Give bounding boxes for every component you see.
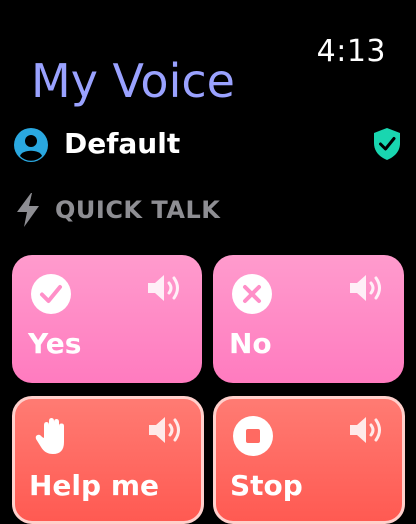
tile-yes[interactable]: Yes xyxy=(12,255,202,383)
raised-hand-icon xyxy=(35,418,64,454)
tile-label: No xyxy=(229,327,272,360)
person-circle-icon xyxy=(14,128,48,162)
profile-row[interactable]: Default xyxy=(14,126,404,164)
speaker-icon[interactable] xyxy=(348,415,386,445)
tile-stop[interactable]: Stop xyxy=(213,396,405,524)
shield-check-icon xyxy=(374,128,400,160)
speaker-icon[interactable] xyxy=(348,273,386,303)
tile-label: Yes xyxy=(28,327,82,360)
tile-no[interactable]: No xyxy=(213,255,404,383)
section-label: QUICK TALK xyxy=(55,196,221,224)
stop-circle-icon xyxy=(233,416,273,456)
profile-name: Default xyxy=(64,127,181,160)
x-circle-icon xyxy=(232,274,272,314)
speaker-icon[interactable] xyxy=(147,415,185,445)
bolt-icon xyxy=(17,193,39,227)
tile-label: Stop xyxy=(230,469,303,502)
section-header: QUICK TALK xyxy=(14,192,314,228)
tile-help-me[interactable]: Help me xyxy=(12,396,204,524)
checkmark-circle-icon xyxy=(31,274,71,314)
speaker-icon[interactable] xyxy=(146,273,184,303)
tile-label: Help me xyxy=(29,469,159,502)
status-time: 4:13 xyxy=(316,34,386,69)
page-title: My Voice xyxy=(31,54,235,108)
